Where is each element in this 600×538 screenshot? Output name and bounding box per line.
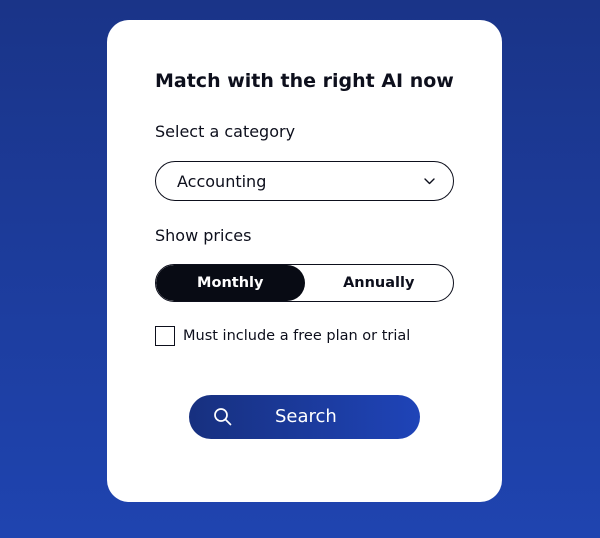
card-title: Match with the right AI now <box>155 70 454 92</box>
category-select[interactable]: Accounting <box>155 161 454 201</box>
category-label: Select a category <box>155 122 296 141</box>
chevron-down-icon <box>424 177 435 185</box>
category-selected-value: Accounting <box>177 171 267 191</box>
prices-label: Show prices <box>155 226 252 245</box>
price-period-toggle: Monthly Annually <box>155 264 454 302</box>
search-card: Match with the right AI now Select a cat… <box>107 20 502 502</box>
toggle-option-monthly[interactable]: Monthly <box>156 265 305 301</box>
search-button[interactable]: Search <box>189 395 420 439</box>
search-icon <box>213 407 233 427</box>
toggle-option-annually[interactable]: Annually <box>305 265 454 301</box>
free-plan-filter[interactable]: Must include a free plan or trial <box>155 326 410 346</box>
search-button-label: Search <box>275 406 337 427</box>
free-plan-checkbox-label: Must include a free plan or trial <box>183 328 411 344</box>
free-plan-checkbox[interactable] <box>155 326 175 346</box>
